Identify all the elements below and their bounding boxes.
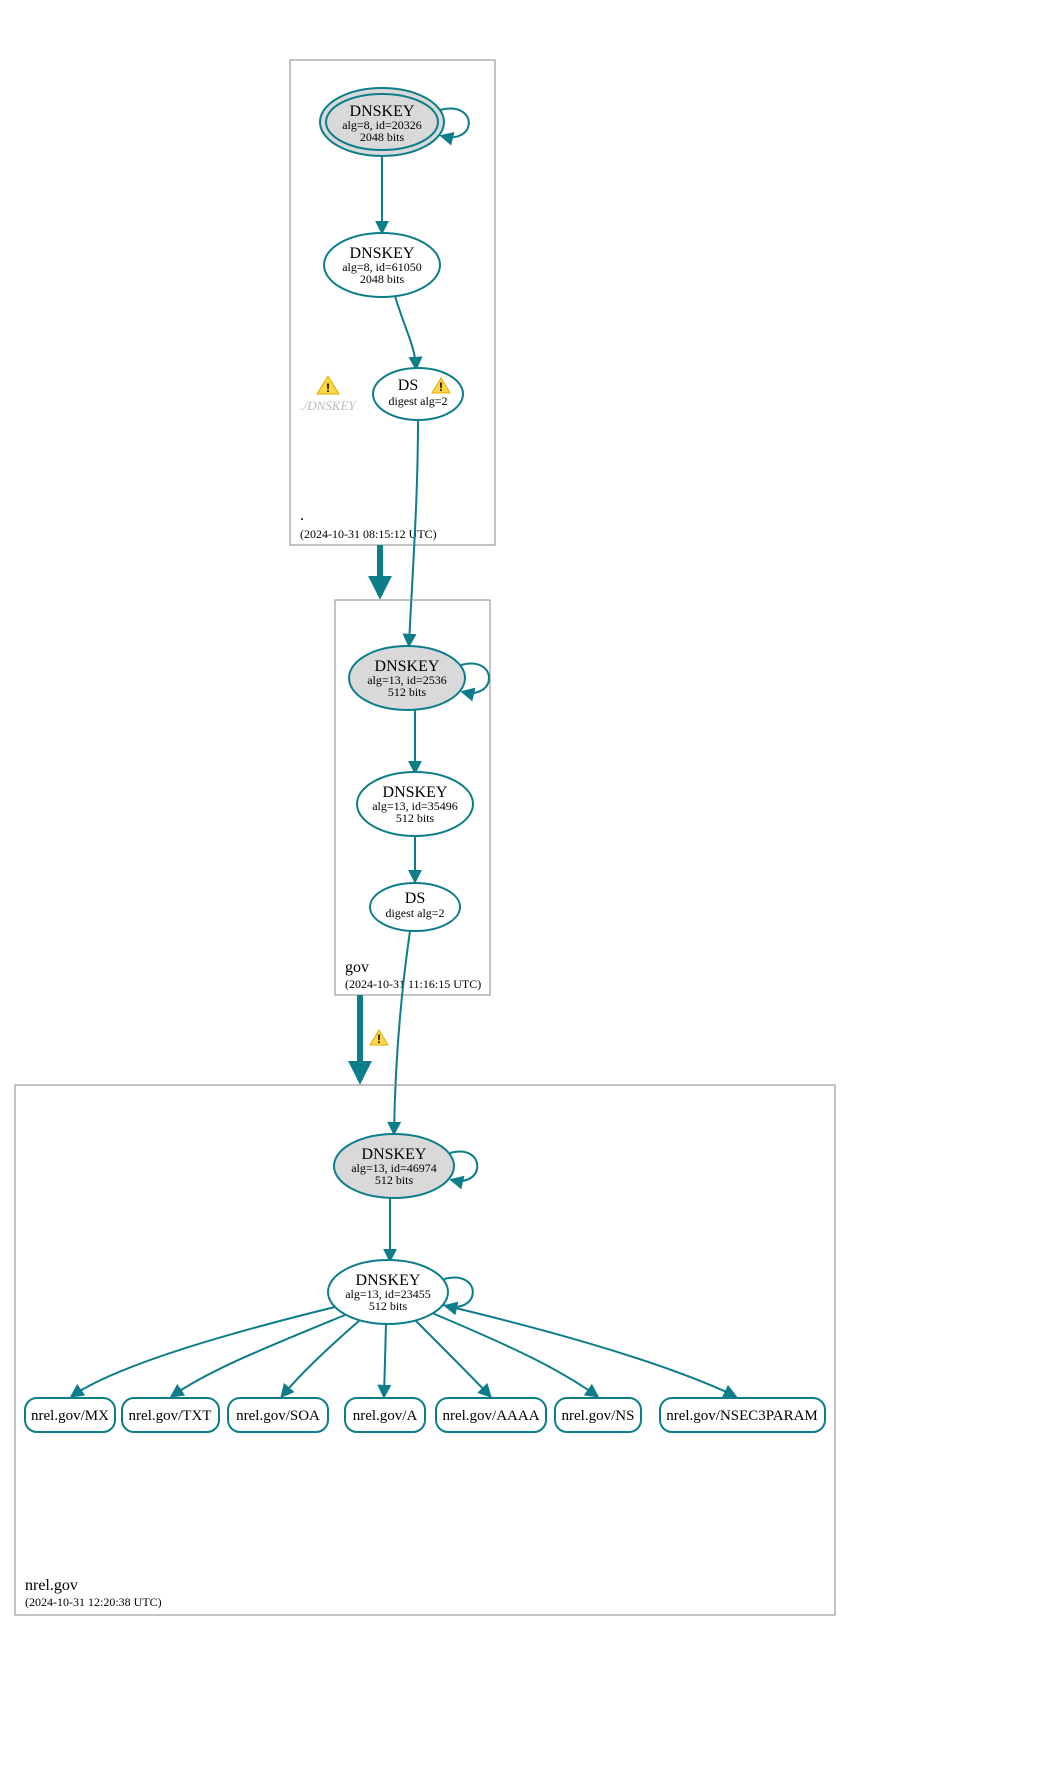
svg-text:nrel.gov/SOA: nrel.gov/SOA (236, 1408, 320, 1424)
node-gov-ksk[interactable]: DNSKEY alg=13, id=2536 512 bits (349, 646, 465, 710)
record-a[interactable]: nrel.gov/A (345, 1398, 425, 1432)
svg-text:nrel.gov/MX: nrel.gov/MX (31, 1408, 109, 1424)
edge-root-zsk-to-ds (395, 296, 416, 368)
record-txt[interactable]: nrel.gov/TXT (122, 1398, 219, 1432)
svg-text:2048 bits: 2048 bits (360, 130, 405, 144)
zone-gov-name: gov (345, 959, 369, 976)
record-soa[interactable]: nrel.gov/SOA (228, 1398, 328, 1432)
node-nrel-zsk[interactable]: DNSKEY alg=13, id=23455 512 bits (328, 1260, 448, 1324)
edge-gov-ds-to-nrel-ksk (394, 931, 410, 1133)
svg-text:nrel.gov/TXT: nrel.gov/TXT (129, 1408, 212, 1424)
zone-root-name: . (300, 507, 304, 524)
svg-text:2048 bits: 2048 bits (360, 272, 405, 286)
node-gov-zsk[interactable]: DNSKEY alg=13, id=35496 512 bits (357, 772, 473, 836)
svg-text:512 bits: 512 bits (388, 685, 427, 699)
node-gov-ds[interactable]: DS digest alg=2 (370, 883, 460, 931)
node-nrel-ksk[interactable]: DNSKEY alg=13, id=46974 512 bits (334, 1134, 454, 1198)
edge-zsk-to-nsec (443, 1305, 735, 1396)
zone-nrel-name: nrel.gov (25, 1577, 78, 1594)
warning-icon-gov-nrel-delegation[interactable]: ! (370, 1030, 388, 1046)
svg-text:!: ! (326, 381, 330, 395)
svg-text:!: ! (439, 380, 443, 394)
record-nsec3param[interactable]: nrel.gov/NSEC3PARAM (660, 1398, 825, 1432)
edge-zsk-to-ns (432, 1313, 597, 1396)
record-ns[interactable]: nrel.gov/NS (555, 1398, 641, 1432)
node-root-ksk[interactable]: DNSKEY alg=8, id=20326 2048 bits (320, 88, 444, 156)
record-mx[interactable]: nrel.gov/MX (25, 1398, 115, 1432)
warning-icon-root-ghost[interactable]: ! (317, 376, 339, 395)
node-root-ds[interactable]: DS ! digest alg=2 (373, 368, 463, 420)
edge-zsk-to-mx (72, 1307, 335, 1396)
record-aaaa[interactable]: nrel.gov/AAAA (436, 1398, 546, 1432)
zone-gov-timestamp: (2024-10-31 11:16:15 UTC) (345, 977, 481, 991)
svg-text:!: ! (377, 1032, 381, 1046)
svg-text:nrel.gov/A: nrel.gov/A (353, 1408, 418, 1424)
svg-text:512 bits: 512 bits (369, 1299, 408, 1313)
svg-text:digest alg=2: digest alg=2 (388, 394, 447, 408)
svg-text:nrel.gov/NS: nrel.gov/NS (562, 1408, 635, 1424)
svg-text:512 bits: 512 bits (375, 1173, 414, 1187)
edge-zsk-to-aaaa (415, 1320, 490, 1396)
svg-text:nrel.gov/NSEC3PARAM: nrel.gov/NSEC3PARAM (666, 1408, 818, 1424)
svg-text:DS: DS (398, 377, 418, 394)
zone-root-timestamp: (2024-10-31 08:15:12 UTC) (300, 527, 437, 541)
svg-text:nrel.gov/AAAA: nrel.gov/AAAA (442, 1408, 539, 1424)
svg-text:DS: DS (405, 890, 425, 907)
node-root-zsk[interactable]: DNSKEY alg=8, id=61050 2048 bits (324, 233, 440, 297)
svg-text:512 bits: 512 bits (396, 811, 435, 825)
zone-nrel-timestamp: (2024-10-31 12:20:38 UTC) (25, 1595, 162, 1609)
svg-text:digest alg=2: digest alg=2 (385, 906, 444, 920)
edge-zsk-to-soa (282, 1320, 360, 1396)
edge-zsk-to-a (384, 1324, 386, 1396)
node-root-ghost-dnskey: ./DNSKEY (300, 398, 357, 413)
